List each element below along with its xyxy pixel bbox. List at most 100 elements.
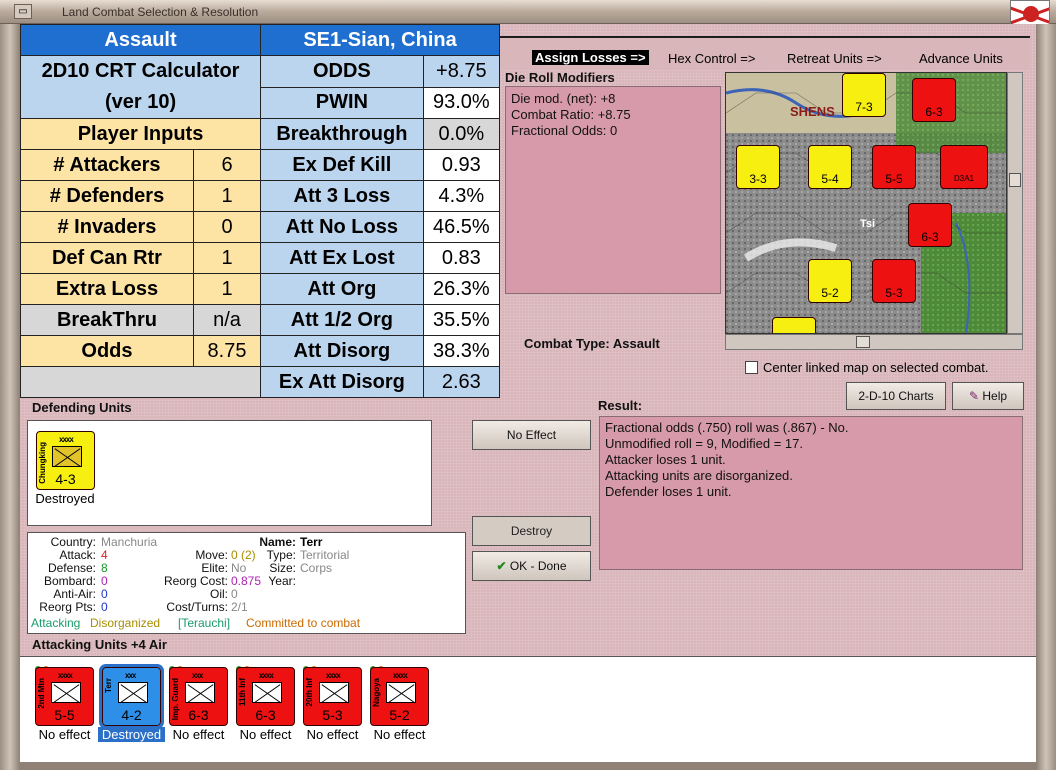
title-bar[interactable]: ▭ Land Combat Selection & Resolution [0, 0, 1056, 26]
attacking-units-title: Attacking Units +4 Air [32, 637, 167, 652]
defending-units-title: Defending Units [32, 400, 132, 415]
system-menu-icon[interactable]: ▭ [14, 4, 32, 19]
phase-hex-control[interactable]: Hex Control => [668, 51, 755, 66]
map-unit[interactable]: 5-2 [808, 259, 852, 303]
drm-line: Die mod. (net): +8 [511, 91, 616, 106]
map-unit[interactable] [772, 317, 816, 333]
unit-strength: 6-3 [188, 707, 209, 723]
crt-output-label: Att Org [260, 273, 424, 305]
crt-output-label: Att 3 Loss [260, 180, 424, 212]
combat-type-caption: Combat Type: [524, 336, 610, 351]
unit-size: xxx [125, 671, 136, 680]
attacking-unit[interactable]: xxxx 11th Inf 6-3 [236, 667, 295, 726]
result-line: Fractional odds (.750) roll was (.867) -… [605, 420, 849, 435]
attacking-unit[interactable]: xxxx 2nd Mtn 5-5 [35, 667, 94, 726]
ok-done-button[interactable]: ✔ OK - Done [472, 551, 591, 581]
unit-result: No effect [373, 727, 426, 742]
status-attacking: Attacking [31, 616, 81, 630]
input-value[interactable]: 1 [192, 180, 262, 212]
map-horizontal-scrollbar[interactable] [725, 334, 1023, 350]
crt-calculator-table: Assault SE1-Sian, China 2D10 CRT Calcula… [19, 24, 501, 398]
map-unit[interactable]: 7-3 [842, 73, 886, 117]
map-unit[interactable]: 5-4 [808, 145, 852, 189]
cost-turns-value: 2/1 [231, 600, 248, 614]
crt-output-value: 46.5% [422, 211, 501, 243]
unit-name: 20th Inf [305, 678, 314, 707]
map-unit[interactable]: 5-3 [872, 259, 916, 303]
attacking-unit[interactable]: xxxx Nagoya 5-2 [370, 667, 429, 726]
input-label: # Invaders [20, 211, 194, 243]
input-label: BreakThru [20, 304, 194, 336]
input-label: # Defenders [20, 180, 194, 212]
reorg-pts-label: Reorg Pts: [39, 600, 96, 614]
crt-output-value: 38.3% [422, 335, 501, 367]
unit-size: xxxx [58, 671, 73, 680]
window-right-border [1036, 24, 1056, 770]
phase-assign-losses[interactable]: Assign Losses => [532, 50, 649, 65]
map-unit[interactable]: 3-3 [736, 145, 780, 189]
crt-output-value: 0.83 [422, 242, 501, 274]
rising-sun-flag-icon [1010, 0, 1050, 26]
map-unit[interactable]: 5-5 [872, 145, 916, 189]
no-effect-button[interactable]: No Effect [472, 420, 591, 450]
crt-output-value: 4.3% [422, 180, 501, 212]
center-map-checkbox[interactable] [745, 361, 758, 374]
drm-line: Combat Ratio: +8.75 [511, 107, 631, 122]
help-label: Help [982, 389, 1008, 403]
map-hscroll-thumb[interactable] [856, 336, 870, 348]
unit-result: No effect [172, 727, 225, 742]
crt-combat-type: Assault [19, 24, 262, 56]
input-value[interactable]: 6 [192, 149, 262, 181]
center-map-label: Center linked map on selected combat. [763, 360, 989, 375]
map-vertical-scrollbar[interactable] [1007, 72, 1023, 334]
linked-map[interactable]: SHENS Tsi 7-3 6-3 3-3 5-4 5-5 D3A1 6-3 5… [725, 72, 1007, 334]
phase-advance-units[interactable]: Advance Units [919, 51, 1003, 66]
input-label: Extra Loss [20, 273, 194, 305]
crt-output-value: 0.0% [422, 118, 501, 150]
unit-status-dots [236, 660, 252, 672]
window-left-border [0, 24, 20, 770]
result-panel: Fractional odds (.750) roll was (.867) -… [599, 416, 1023, 570]
crt-output-label: Ex Def Kill [260, 149, 424, 181]
attacking-unit[interactable]: xxx Imp. Guard 6-3 [169, 667, 228, 726]
input-value[interactable]: 0 [192, 211, 262, 243]
reorg-pts-value: 0 [101, 600, 108, 614]
die-roll-modifiers-title: Die Roll Modifiers [505, 70, 615, 85]
unit-name: Nagoya [372, 678, 381, 707]
input-value[interactable]: 1 [192, 242, 262, 274]
unit-result: No effect [239, 727, 292, 742]
infantry-symbol-icon [252, 682, 282, 703]
map-air-unit[interactable]: D3A1 [940, 145, 988, 189]
defending-unit-status: Destroyed [35, 491, 95, 506]
input-value[interactable]: 8.75 [192, 335, 262, 367]
map-unit[interactable]: 6-3 [908, 203, 952, 247]
input-label: # Attackers [20, 149, 194, 181]
combat-phase-bar: Assign Losses => Hex Control => Retreat … [500, 36, 1030, 70]
input-value[interactable]: 1 [192, 273, 262, 305]
result-line: Attacker loses 1 unit. [605, 452, 726, 467]
infantry-symbol-icon [118, 682, 148, 703]
infantry-symbol-icon [51, 682, 81, 703]
map-vscroll-thumb[interactable] [1009, 173, 1021, 187]
destroy-button[interactable]: Destroy [472, 516, 591, 546]
input-label: Odds [20, 335, 194, 367]
charts-button[interactable]: 2-D-10 Charts [846, 382, 946, 410]
status-leader: [Terauchi] [178, 616, 231, 630]
combat-type-value: Assault [612, 336, 660, 351]
map-unit[interactable]: 6-3 [912, 78, 956, 122]
phase-retreat-units[interactable]: Retreat Units => [787, 51, 882, 66]
unit-size: xxxx [259, 671, 274, 680]
unit-status-dots [303, 660, 319, 672]
player-inputs-heading: Player Inputs [19, 118, 262, 150]
crt-title-line-2: (ver 10) [104, 91, 177, 113]
cost-turns-label: Cost/Turns: [166, 600, 228, 614]
attacking-unit[interactable]: xxxx 20th Inf 5-3 [303, 667, 362, 726]
unit-status-dots [35, 660, 51, 672]
unit-result: Destroyed [98, 727, 165, 742]
country-value: Manchuria [101, 535, 158, 549]
crt-output-label: Att No Loss [260, 211, 424, 243]
defending-unit[interactable]: xxxx Chungking 4-3 [36, 431, 95, 490]
help-button[interactable]: ✎ Help [952, 382, 1024, 410]
unit-strength: 6-3 [255, 707, 276, 723]
attacking-unit[interactable]: xxx Terr 4-2 [99, 664, 164, 729]
